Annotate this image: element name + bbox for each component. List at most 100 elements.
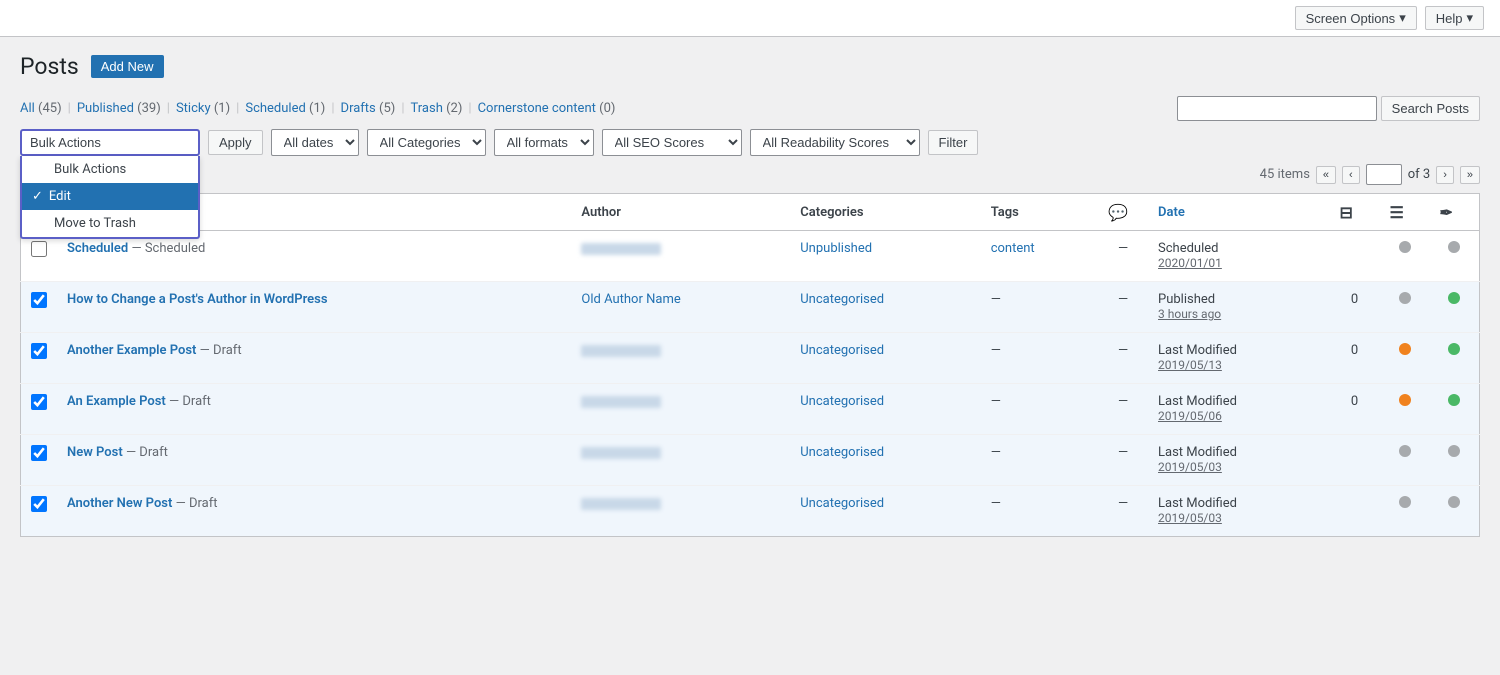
search-input[interactable] (1177, 96, 1377, 121)
author-cell (571, 231, 790, 282)
table-header-row: Title Author Categories Tags 💬 Date (21, 194, 1480, 231)
readability-dot-cell (1430, 231, 1480, 282)
category-link[interactable]: Unpublished (800, 241, 872, 256)
readability-dot (1448, 343, 1460, 355)
bulk-actions-menu: Bulk Actions✓EditMove to Trash (20, 156, 200, 239)
row-checkbox-cell (21, 384, 58, 435)
status-link-all[interactable]: All (45) (20, 101, 62, 116)
post-status-suffix: — Draft (200, 343, 242, 358)
post-title-link[interactable]: New Post (67, 445, 123, 460)
status-link-scheduled[interactable]: Scheduled (1) (245, 101, 325, 116)
date-label: Last Modified (1158, 343, 1237, 358)
tags-cell: — (981, 435, 1098, 486)
seo-icon: ☰ (1390, 203, 1404, 222)
row-checkbox[interactable] (31, 496, 47, 512)
row-checkbox-cell (21, 333, 58, 384)
category-link[interactable]: Uncategorised (800, 292, 884, 307)
row-checkbox[interactable] (31, 394, 47, 410)
tags-dash: — (991, 343, 1001, 358)
help-label: Help (1436, 11, 1463, 26)
category-link[interactable]: Uncategorised (800, 445, 884, 460)
check-icon: ✓ (32, 189, 43, 204)
status-sep: | (236, 101, 239, 116)
seo-filter[interactable]: All SEO Scores (602, 129, 742, 156)
row-checkbox[interactable] (31, 343, 47, 359)
bulk-actions-trigger[interactable]: Bulk Actions (20, 129, 200, 156)
author-header: Author (571, 194, 790, 231)
dropdown-item-trash[interactable]: Move to Trash (22, 210, 198, 237)
row-checkbox-cell (21, 435, 58, 486)
prev-page-button[interactable]: ‹ (1342, 166, 1360, 184)
table-row: New Post — Draft Uncategorised — — Last … (21, 435, 1480, 486)
screen-options-button[interactable]: Screen Options ▾ (1295, 6, 1417, 30)
date-label: Published (1158, 292, 1215, 307)
date-header[interactable]: Date (1148, 194, 1329, 231)
date-value: 2020/01/01 (1158, 256, 1222, 270)
comments-cell: — (1098, 231, 1148, 282)
status-link-cornerstone-content[interactable]: Cornerstone content (0) (478, 101, 616, 116)
readability-dot-cell (1430, 435, 1480, 486)
next-page-button[interactable]: › (1436, 166, 1454, 184)
formats-filter[interactable]: All formats (494, 129, 594, 156)
add-new-button[interactable]: Add New (91, 55, 164, 78)
score-value: 0 (1351, 343, 1358, 358)
author-blurred (581, 447, 661, 459)
dropdown-item-edit[interactable]: ✓Edit (22, 183, 198, 210)
post-title-link[interactable]: An Example Post (67, 394, 166, 409)
apply-button[interactable]: Apply (208, 130, 263, 155)
page-header: Posts Add New (20, 53, 1480, 80)
comments-icon: 💬 (1108, 203, 1128, 222)
search-posts-area: Search Posts (1177, 96, 1480, 121)
row-checkbox[interactable] (31, 445, 47, 461)
post-title-link[interactable]: Another New Post (67, 496, 172, 511)
help-button[interactable]: Help ▾ (1425, 6, 1484, 30)
category-link[interactable]: Uncategorised (800, 343, 884, 358)
readability-header: ✒ (1430, 194, 1480, 231)
date-value: 2019/05/13 (1158, 358, 1222, 372)
row-checkbox[interactable] (31, 241, 47, 257)
status-sep: | (331, 101, 334, 116)
date-cell: Last Modified 2019/05/06 (1148, 384, 1329, 435)
post-title-link[interactable]: Scheduled (67, 241, 128, 256)
tag-link[interactable]: content (991, 241, 1035, 256)
seo-dot-cell (1380, 282, 1430, 333)
readability-dot-cell (1430, 384, 1480, 435)
author-link[interactable]: Old Author Name (581, 292, 680, 307)
seo-dot (1399, 343, 1411, 355)
filter-button[interactable]: Filter (928, 130, 979, 155)
pagination-row: 45 items « ‹ 1 of 3 › » (20, 164, 1480, 185)
categories-cell: Uncategorised (790, 333, 980, 384)
score-cell (1330, 486, 1380, 537)
category-link[interactable]: Uncategorised (800, 394, 884, 409)
first-page-button[interactable]: « (1316, 166, 1336, 184)
readability-dot (1448, 292, 1460, 304)
seo-dot (1399, 445, 1411, 457)
last-page-button[interactable]: » (1460, 166, 1480, 184)
post-title-link[interactable]: Another Example Post (67, 343, 196, 358)
category-link[interactable]: Uncategorised (800, 496, 884, 511)
row-checkbox[interactable] (31, 292, 47, 308)
status-link-trash[interactable]: Trash (2) (411, 101, 463, 116)
author-blurred (581, 396, 661, 408)
status-link-drafts[interactable]: Drafts (5) (341, 101, 396, 116)
categories-filter[interactable]: All Categories (367, 129, 486, 156)
filters-row: All (45)|Published (39)|Sticky (1)|Sched… (20, 96, 1480, 121)
search-posts-button[interactable]: Search Posts (1381, 96, 1480, 121)
author-cell: Old Author Name (571, 282, 790, 333)
date-label: Last Modified (1158, 445, 1237, 460)
tags-dash: — (991, 496, 1001, 511)
categories-header: Categories (790, 194, 980, 231)
help-chevron-icon: ▾ (1466, 10, 1473, 26)
bulk-actions-row: Bulk Actions Bulk Actions✓EditMove to Tr… (20, 129, 1480, 156)
page-number-input[interactable]: 1 (1366, 164, 1402, 185)
dropdown-item-bulk[interactable]: Bulk Actions (22, 156, 198, 183)
date-cell: Last Modified 2019/05/03 (1148, 486, 1329, 537)
dates-filter[interactable]: All dates (271, 129, 359, 156)
tags-dash: — (991, 445, 1001, 460)
status-link-published[interactable]: Published (39) (77, 101, 161, 116)
readability-filter[interactable]: All Readability Scores (750, 129, 920, 156)
post-title-link[interactable]: How to Change a Post's Author in WordPre… (67, 292, 328, 307)
seo-dot-cell (1380, 384, 1430, 435)
status-link-sticky[interactable]: Sticky (1) (176, 101, 230, 116)
row-checkbox-cell (21, 486, 58, 537)
